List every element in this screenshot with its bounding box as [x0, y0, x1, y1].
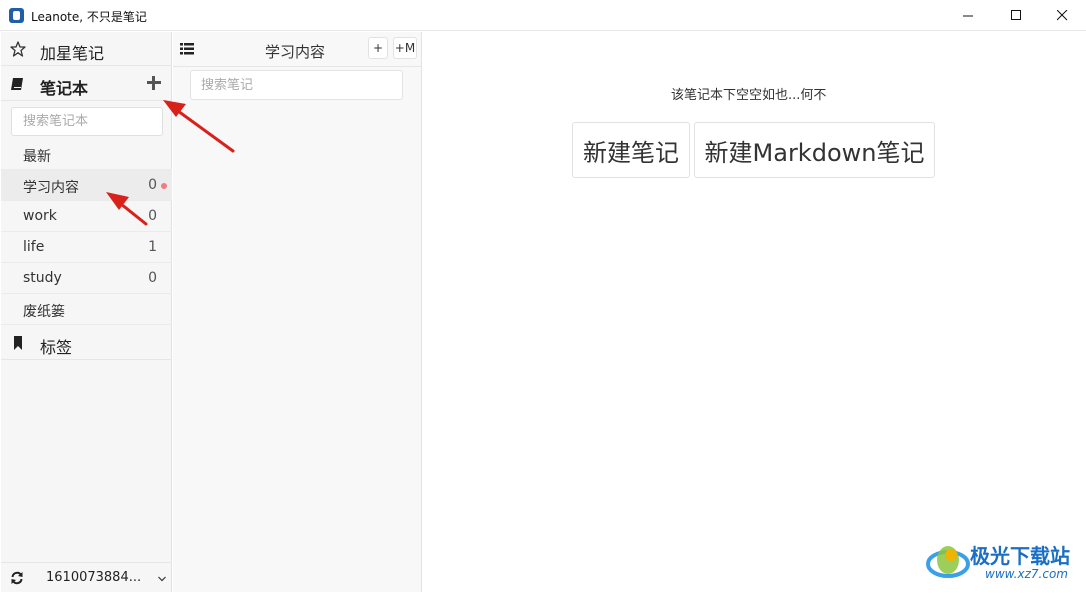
current-notebook-title: 学习内容 — [265, 43, 326, 61]
close-button[interactable] — [1039, 0, 1085, 31]
notebook-name: 学习内容 — [23, 180, 79, 196]
sidebar-item-starred[interactable]: 加星笔记 — [1, 32, 172, 66]
notebook-name: work — [23, 208, 57, 224]
notebook-item-work[interactable]: work 0 — [1, 201, 172, 232]
notebook-name: life — [23, 239, 45, 255]
title-bar: Leanote, 不只是笔记 — [0, 0, 1086, 31]
watermark-logo: 极光下载站 www.xz7.com — [925, 537, 1080, 587]
add-notebook-button[interactable] — [147, 76, 161, 90]
list-icon[interactable] — [180, 43, 194, 55]
sidebar-footer: 1610073884... — [1, 562, 172, 592]
notebook-name: study — [23, 270, 62, 286]
unsynced-dot — [161, 183, 167, 189]
swirl-logo-icon — [926, 546, 970, 578]
notebook-item-life[interactable]: life 1 — [1, 232, 172, 263]
sidebar: 加星笔记 笔记本 最新 学习内容 0 work 0 life 1 study 0… — [1, 32, 172, 592]
notebook-item-trash[interactable]: 废纸篓 — [1, 294, 172, 325]
notebook-count: 1 — [148, 239, 157, 255]
notebook-name: 最新 — [23, 149, 51, 165]
note-list-header: 学习内容 + +M — [173, 32, 422, 67]
minimize-button[interactable] — [945, 0, 991, 31]
book-icon — [11, 78, 23, 90]
new-note-button[interactable]: 新建笔记 — [572, 122, 690, 178]
window-title: Leanote, 不只是笔记 — [31, 10, 147, 24]
leanote-app-icon — [9, 8, 24, 23]
note-search-input[interactable] — [190, 70, 403, 100]
user-account-name[interactable]: 1610073884... — [46, 570, 141, 585]
sidebar-item-label: 标签 — [40, 338, 73, 357]
maximize-icon — [1010, 10, 1021, 20]
empty-notebook-message: 该笔记本下空空如也...何不 — [671, 88, 827, 103]
sync-icon[interactable] — [10, 571, 24, 585]
notebook-item-latest[interactable]: 最新 — [1, 139, 172, 170]
notebook-count: 0 — [148, 270, 157, 286]
sidebar-item-label: 加星笔记 — [40, 44, 105, 63]
notebook-search-input[interactable] — [11, 107, 163, 136]
watermark-url: www.xz7.com — [985, 567, 1068, 581]
star-icon — [10, 41, 26, 57]
chevron-down-icon[interactable] — [158, 575, 166, 583]
notebook-item-study-content[interactable]: 学习内容 0 — [1, 170, 172, 201]
add-note-button[interactable]: + — [368, 37, 388, 59]
minimize-icon — [962, 15, 973, 17]
notebook-count: 0 — [148, 177, 157, 193]
note-list-pane: 学习内容 + +M — [173, 32, 422, 592]
sidebar-item-label: 笔记本 — [40, 79, 89, 98]
add-markdown-note-button[interactable]: +M — [393, 37, 417, 59]
bookmark-icon — [14, 336, 22, 350]
close-icon — [1056, 10, 1067, 21]
notebook-count: 0 — [148, 208, 157, 224]
sidebar-notebooks-header[interactable]: 笔记本 — [1, 67, 172, 101]
sidebar-item-tags[interactable]: 标签 — [1, 326, 172, 360]
notebook-name: 废纸篓 — [23, 304, 65, 320]
notebook-item-study[interactable]: study 0 — [1, 263, 172, 294]
new-markdown-note-button[interactable]: 新建Markdown笔记 — [694, 122, 935, 178]
maximize-button[interactable] — [993, 0, 1039, 31]
watermark-name: 极光下载站 — [970, 544, 1070, 568]
